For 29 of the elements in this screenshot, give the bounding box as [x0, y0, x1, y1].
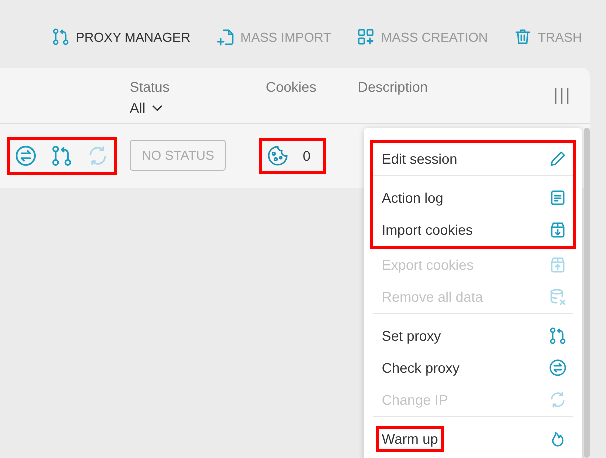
menu-item[interactable]: Edit session: [373, 143, 573, 176]
cookie-count: 0: [303, 148, 311, 164]
cookie-icon: [267, 144, 289, 166]
menu-item[interactable]: Import cookies: [373, 214, 573, 246]
status-badge[interactable]: NO STATUS: [130, 140, 226, 171]
column-header[interactable]: Status: [130, 79, 266, 95]
menu-item[interactable]: Set proxy: [373, 320, 573, 352]
scrollbar[interactable]: [584, 128, 590, 458]
refresh-icon: [549, 391, 567, 409]
status-filter[interactable]: All: [130, 100, 163, 116]
chevron-down-icon: [152, 104, 163, 112]
branch-icon: [549, 327, 567, 345]
menu-item[interactable]: Warm up: [373, 423, 573, 455]
trash-icon: [514, 28, 532, 46]
columns-icon[interactable]: [553, 87, 571, 105]
grid-plus-icon: [357, 28, 376, 46]
database-x-icon: [549, 288, 567, 306]
document-icon: [549, 189, 567, 207]
box-down-icon: [549, 221, 567, 239]
column-header[interactable]: Description: [358, 79, 428, 95]
toolbar-button[interactable]: PROXY MANAGER: [52, 28, 191, 46]
box-up-icon: [549, 256, 567, 274]
pencil-icon: [549, 150, 567, 168]
swap-icon: [549, 359, 567, 377]
file-plus-icon: [216, 28, 235, 46]
menu-item[interactable]: Action log: [373, 182, 573, 214]
menu-item[interactable]: Check proxy: [373, 352, 573, 384]
column-header[interactable]: Cookies: [266, 79, 317, 95]
branch-icon: [52, 28, 70, 46]
